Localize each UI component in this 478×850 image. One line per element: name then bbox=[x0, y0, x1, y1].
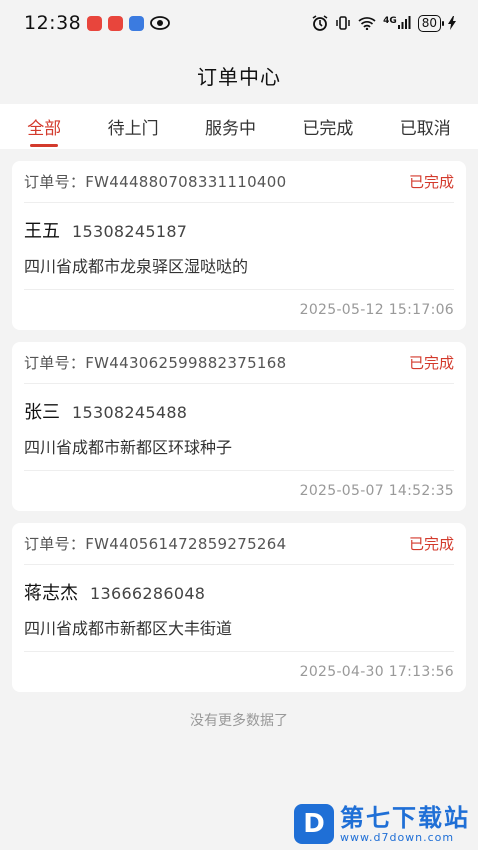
order-status: 已完成 bbox=[408, 535, 454, 553]
tab-pending-visit[interactable]: 待上门 bbox=[102, 104, 165, 149]
watermark: D 第七下载站 www.d7down.com bbox=[294, 804, 470, 844]
wifi-icon bbox=[358, 16, 376, 30]
signal-icon: 4G bbox=[383, 16, 411, 30]
tab-cancelled[interactable]: 已取消 bbox=[394, 104, 457, 149]
order-card[interactable]: 订单号：FW440561472859275264 已完成 蒋志杰 1366628… bbox=[12, 523, 466, 692]
order-status: 已完成 bbox=[408, 173, 454, 191]
order-list: 订单号：FW444880708331110400 已完成 王五 15308245… bbox=[0, 149, 478, 730]
watermark-text: 第七下载站 www.d7down.com bbox=[340, 805, 470, 844]
app-notification-icon bbox=[87, 15, 103, 31]
customer-address: 四川省成都市新都区环球种子 bbox=[24, 438, 233, 457]
order-card-footer: 2025-04-30 17:13:56 bbox=[24, 652, 454, 692]
watermark-logo-icon: D bbox=[294, 804, 334, 844]
customer-row: 蒋志杰 13666286048 bbox=[24, 579, 454, 605]
order-status: 已完成 bbox=[408, 354, 454, 372]
network-type: 4G bbox=[383, 16, 397, 26]
customer-row: 张三 15308245488 bbox=[24, 398, 454, 424]
list-end-message: 没有更多数据了 bbox=[190, 713, 288, 729]
status-right: 4G 80 bbox=[312, 14, 456, 32]
customer-address: 四川省成都市新都区大丰街道 bbox=[24, 619, 233, 638]
order-card-header: 订单号：FW443062599882375168 已完成 bbox=[24, 342, 454, 384]
status-left: 12:38 bbox=[24, 12, 171, 34]
order-card-footer: 2025-05-12 15:17:06 bbox=[24, 290, 454, 330]
vibrate-icon bbox=[335, 15, 351, 31]
tab-all[interactable]: 全部 bbox=[21, 104, 67, 149]
order-card-body: 张三 15308245488 四川省成都市新都区环球种子 bbox=[24, 384, 454, 471]
order-number: 订单号：FW443062599882375168 bbox=[24, 354, 287, 372]
customer-name: 张三 bbox=[24, 402, 60, 423]
eye-icon bbox=[150, 16, 171, 30]
order-time: 2025-05-07 14:52:35 bbox=[299, 483, 454, 499]
tab-in-service[interactable]: 服务中 bbox=[199, 104, 262, 149]
tab-completed[interactable]: 已完成 bbox=[296, 104, 359, 149]
customer-address: 四川省成都市龙泉驿区湿哒哒的 bbox=[24, 257, 249, 276]
customer-phone: 15308245488 bbox=[72, 403, 188, 422]
watermark-title: 第七下载站 bbox=[340, 803, 470, 832]
customer-phone: 15308245187 bbox=[72, 222, 188, 241]
order-card-footer: 2025-05-07 14:52:35 bbox=[24, 471, 454, 511]
page-title: 订单中心 bbox=[197, 64, 281, 89]
order-card[interactable]: 订单号：FW443062599882375168 已完成 张三 15308245… bbox=[12, 342, 466, 511]
order-tabs: 全部 待上门 服务中 已完成 已取消 bbox=[0, 104, 478, 149]
order-card-header: 订单号：FW444880708331110400 已完成 bbox=[24, 161, 454, 203]
charging-icon bbox=[448, 16, 456, 30]
app-notification-icon bbox=[108, 15, 124, 31]
order-card[interactable]: 订单号：FW444880708331110400 已完成 王五 15308245… bbox=[12, 161, 466, 330]
order-time: 2025-05-12 15:17:06 bbox=[299, 302, 454, 318]
order-number: 订单号：FW444880708331110400 bbox=[24, 173, 287, 191]
battery-icon: 80 bbox=[417, 14, 445, 32]
order-card-body: 蒋志杰 13666286048 四川省成都市新都区大丰街道 bbox=[24, 565, 454, 652]
page-header: 订单中心 bbox=[0, 46, 478, 104]
watermark-url: www.d7down.com bbox=[340, 830, 455, 844]
status-bar: 12:38 4G 80 bbox=[0, 0, 478, 46]
customer-phone: 13666286048 bbox=[90, 584, 206, 603]
order-time: 2025-04-30 17:13:56 bbox=[299, 664, 454, 680]
order-card-header: 订单号：FW440561472859275264 已完成 bbox=[24, 523, 454, 565]
customer-row: 王五 15308245187 bbox=[24, 217, 454, 243]
customer-name: 蒋志杰 bbox=[24, 583, 78, 604]
order-card-body: 王五 15308245187 四川省成都市龙泉驿区湿哒哒的 bbox=[24, 203, 454, 290]
customer-name: 王五 bbox=[24, 221, 60, 242]
alarm-icon bbox=[312, 15, 328, 31]
order-number: 订单号：FW440561472859275264 bbox=[24, 535, 287, 553]
status-time: 12:38 bbox=[24, 12, 82, 34]
usb-notification-icon bbox=[129, 15, 145, 31]
